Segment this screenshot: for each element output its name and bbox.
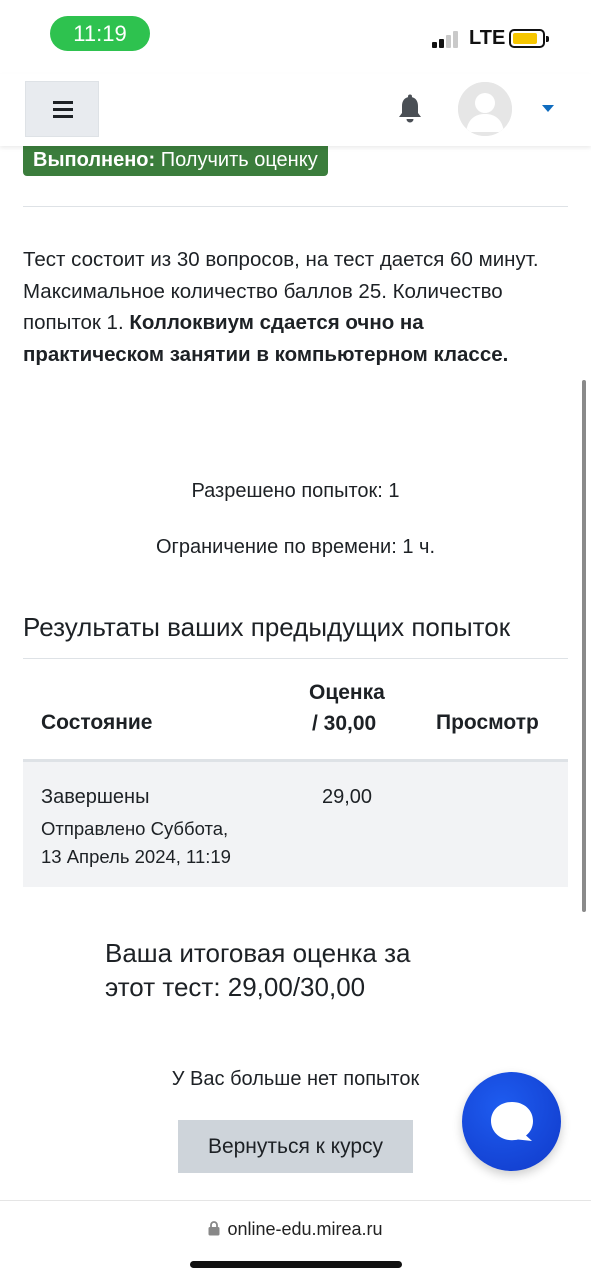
top-navbar: [0, 74, 591, 146]
user-avatar[interactable]: [458, 82, 512, 136]
user-avatar-icon: [458, 82, 512, 136]
network-type: LTE: [469, 27, 506, 49]
url-bar[interactable]: online-edu.mirea.ru: [0, 1219, 591, 1240]
chat-icon: [491, 1102, 533, 1141]
final-grade: Ваша итоговая оценка за этот тест: 29,00…: [105, 936, 485, 1004]
attempts-allowed: Разрешено попыток: 1: [191, 480, 400, 502]
divider: [23, 206, 568, 207]
completion-label: Выполнено:: [33, 149, 156, 171]
lock-icon: [208, 1221, 220, 1236]
bell-icon[interactable]: [396, 94, 424, 124]
attempt-submitted-date: Отправлено Суббота,: [41, 818, 229, 839]
time-limit: Ограничение по времени: 1 ч.: [156, 536, 435, 558]
status-time: 11:19: [50, 16, 150, 51]
results-table-header: Состояние Оценка / 30,00 Просмотр: [23, 659, 568, 762]
battery-icon: [509, 29, 549, 48]
back-to-course-button[interactable]: Вернуться к курсу: [178, 1120, 413, 1173]
attempt-submitted-time: 13 Апрель 2024, 11:19: [41, 846, 231, 867]
table-row: Завершены Отправлено Суббота, 13 Апрель …: [23, 762, 568, 887]
final-grade-line2: этот тест: 29,00/30,00: [105, 972, 366, 1002]
signal-strength-icon: [432, 30, 464, 48]
menu-toggle-button[interactable]: [25, 81, 99, 137]
completion-text: Получить оценку: [160, 149, 318, 171]
column-header-review: Просмотр: [436, 711, 539, 734]
column-header-grade-line1: Оценка: [309, 681, 385, 704]
final-grade-line1: Ваша итоговая оценка за: [105, 938, 411, 968]
caret-down-icon[interactable]: [540, 101, 556, 115]
scrollbar[interactable]: [582, 380, 586, 912]
results-heading: Результаты ваших предыдущих попыток: [23, 612, 511, 642]
hamburger-icon: [53, 101, 73, 119]
chat-button[interactable]: [462, 1072, 561, 1171]
browser-bottom-bar: online-edu.mirea.ru: [0, 1200, 591, 1281]
column-header-state: Состояние: [41, 711, 153, 734]
attempt-grade: 29,00: [322, 786, 373, 808]
quiz-intro: Тест состоит из 30 вопросов, на тест дае…: [23, 244, 568, 370]
column-header-grade-line2: / 30,00: [312, 712, 377, 735]
status-bar: 11:19 LTE: [0, 0, 591, 74]
home-indicator[interactable]: [190, 1261, 402, 1268]
url-text: online-edu.mirea.ru: [227, 1219, 383, 1239]
completion-status-badge: Выполнено: Получить оценку: [23, 146, 328, 176]
attempt-state: Завершены: [41, 786, 150, 808]
